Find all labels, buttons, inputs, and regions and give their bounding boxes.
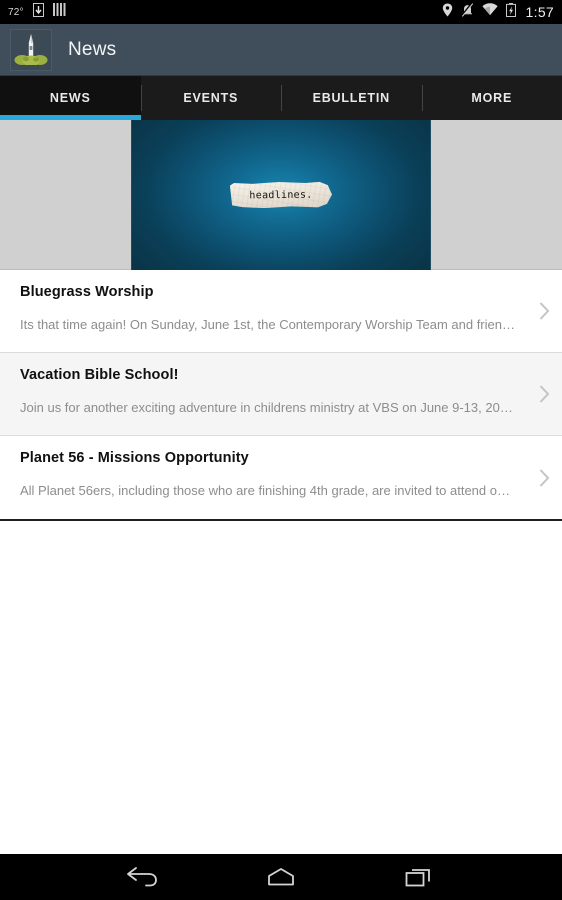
banner-paper-text: headlines. bbox=[249, 189, 313, 201]
chevron-right-icon bbox=[539, 468, 550, 487]
tab-news-label: NEWS bbox=[49, 91, 91, 105]
news-item-title: Vacation Bible School! bbox=[20, 367, 179, 383]
page-title: News bbox=[68, 38, 117, 60]
temperature-text: 72° bbox=[8, 6, 24, 18]
download-icon bbox=[32, 2, 44, 22]
app-bar: News bbox=[0, 24, 562, 76]
banner-area: headlines. bbox=[0, 120, 562, 270]
tab-ebulletin[interactable]: EBULLETIN bbox=[281, 76, 422, 120]
status-bar-left: 72° bbox=[8, 2, 66, 22]
tab-events-label: EVENTS bbox=[183, 91, 239, 105]
clock-text: 1:57 bbox=[525, 4, 554, 20]
app-root: 72° 1:57 News NEWS EVENTS EBULLETIN MORE… bbox=[0, 0, 562, 900]
tab-more-label: MORE bbox=[471, 91, 513, 105]
recents-button[interactable] bbox=[393, 860, 445, 894]
news-item-excerpt: Its that time again! On Sunday, June 1st… bbox=[20, 317, 515, 332]
news-list: Bluegrass Worship Its that time again! O… bbox=[0, 270, 562, 521]
news-list-item[interactable]: Planet 56 - Missions Opportunity All Pla… bbox=[0, 436, 562, 519]
headlines-banner-image[interactable]: headlines. bbox=[131, 120, 431, 270]
news-item-title: Bluegrass Worship bbox=[20, 284, 154, 300]
news-list-item[interactable]: Vacation Bible School! Join us for anoth… bbox=[0, 353, 562, 436]
active-tab-indicator bbox=[0, 115, 141, 120]
tab-events[interactable]: EVENTS bbox=[140, 76, 282, 120]
torn-paper-graphic: headlines. bbox=[230, 181, 332, 208]
chevron-right-icon bbox=[539, 385, 550, 404]
signal-bars-icon bbox=[52, 3, 66, 21]
church-steeple-logo-icon[interactable] bbox=[10, 28, 52, 71]
chevron-right-icon bbox=[539, 302, 550, 321]
news-item-excerpt: Join us for another exciting adventure i… bbox=[20, 400, 513, 415]
news-item-excerpt: All Planet 56ers, including those who ar… bbox=[20, 483, 510, 498]
wifi-icon bbox=[481, 3, 498, 21]
battery-charging-icon bbox=[505, 2, 516, 22]
news-list-item[interactable]: Bluegrass Worship Its that time again! O… bbox=[0, 270, 562, 353]
ringer-muted-icon bbox=[460, 2, 474, 22]
tab-news[interactable]: NEWS bbox=[0, 76, 141, 120]
location-pin-icon bbox=[442, 3, 453, 22]
status-bar: 72° 1:57 bbox=[0, 0, 562, 24]
home-button[interactable] bbox=[255, 860, 307, 894]
status-bar-right: 1:57 bbox=[442, 2, 554, 22]
tab-bar: NEWS EVENTS EBULLETIN MORE bbox=[0, 76, 562, 120]
news-item-title: Planet 56 - Missions Opportunity bbox=[20, 450, 249, 466]
back-button[interactable] bbox=[117, 860, 169, 894]
tab-more[interactable]: MORE bbox=[421, 76, 562, 120]
empty-content-area bbox=[0, 521, 562, 846]
tab-ebulletin-label: EBULLETIN bbox=[312, 91, 390, 105]
system-navigation-bar bbox=[0, 854, 562, 900]
